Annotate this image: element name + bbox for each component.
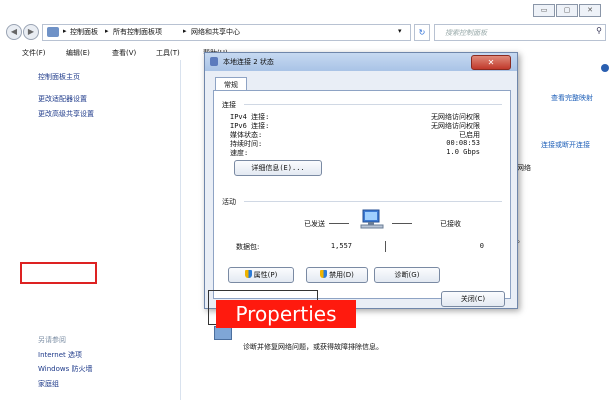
breadcrumb-all-items[interactable]: 所有控制面板项 (113, 27, 162, 37)
forward-icon[interactable]: ▶ (23, 24, 39, 40)
sent-label: 已发送 (304, 220, 325, 228)
address-bar-row: ◀ ▶ ▸ 控制面板 ▸ 所有控制面板项 ▸ 网络和共享中心 ▾ ↻ 搜索控制面… (4, 22, 607, 42)
connection-section-title: 连接 (222, 101, 236, 109)
address-dropdown-icon[interactable]: ▾ (398, 27, 402, 35)
address-bar[interactable]: ▸ 控制面板 ▸ 所有控制面板项 ▸ 网络和共享中心 ▾ (42, 24, 411, 41)
menu-edit[interactable]: 编辑(E) (66, 48, 90, 58)
diagnose-button[interactable]: 诊断(G) (374, 267, 440, 283)
network-computers-icon (359, 209, 385, 229)
general-tab-panel: 连接 IPv4 连接: 无网络访问权限 IPv6 连接: 无网络访问权限 媒体状… (213, 90, 511, 299)
properties-annotation-label: Properties (216, 300, 356, 328)
packets-sent-value: 1,557 (330, 242, 352, 250)
menu-tools[interactable]: 工具(T) (156, 48, 180, 58)
search-icon[interactable]: ⚲ (596, 26, 602, 35)
network-icon (210, 57, 218, 66)
received-label: 已接收 (440, 220, 461, 228)
link-control-panel-home[interactable]: 控制面板主页 (38, 72, 80, 82)
maximize-button[interactable]: ▢ (556, 4, 578, 17)
close-button[interactable]: 关闭(C) (441, 291, 505, 307)
menu-view[interactable]: 查看(V) (112, 48, 136, 58)
search-placeholder: 搜索控制面板 (445, 29, 487, 37)
link-connect-disconnect[interactable]: 连接或断开连接 (541, 140, 590, 150)
see-also-heading: 另请参阅 (38, 336, 66, 344)
section-divider (244, 201, 502, 202)
breadcrumb-network-center[interactable]: 网络和共享中心 (191, 27, 240, 37)
control-panel-window: ▭ ▢ ✕ ◀ ▶ ▸ 控制面板 ▸ 所有控制面板项 ▸ 网络和共享中心 ▾ ↻ 搜… (0, 0, 611, 407)
window-controls: ▭ ▢ ✕ (532, 4, 601, 17)
link-windows-firewall[interactable]: Windows 防火墙 (38, 364, 92, 374)
duration-value: 00:08:53 (446, 139, 480, 147)
packets-received-value: 0 (479, 242, 484, 250)
dialog-close-icon[interactable]: ✕ (471, 55, 511, 70)
dialog-title: 本地连接 2 状态 (223, 58, 274, 66)
left-navigation-pane: 控制面板主页 更改适配器设置 更改高级共享设置 另请参阅 Internet 选项… (10, 60, 180, 400)
back-icon[interactable]: ◀ (6, 24, 22, 40)
link-change-sharing-settings[interactable]: 更改高级共享设置 (38, 109, 94, 119)
troubleshoot-description: 诊断并修复网络问题，或获得故障排除信息。 (243, 343, 383, 351)
close-window-button[interactable]: ✕ (579, 4, 601, 17)
troubleshoot-icon (214, 326, 232, 340)
section-divider (244, 104, 502, 105)
properties-highlight-box (20, 262, 97, 284)
connection-status-dialog: 本地连接 2 状态 ✕ 常规 连接 IPv4 连接: 无网络访问权限 IPv6 … (204, 52, 518, 309)
minimize-button[interactable]: ▭ (533, 4, 555, 17)
link-view-full-map[interactable]: 查看完整映射 (551, 93, 593, 103)
control-panel-icon (47, 27, 59, 37)
link-internet-options[interactable]: Internet 选项 (38, 350, 82, 360)
uac-shield-icon (320, 270, 328, 278)
menu-file[interactable]: 文件(F) (22, 48, 46, 58)
speed-value: 1.0 Gbps (446, 148, 480, 156)
uac-shield-icon (244, 270, 252, 278)
properties-button[interactable]: 属性(P) (228, 267, 294, 283)
breadcrumb-control-panel[interactable]: 控制面板 (70, 27, 98, 37)
link-homegroup[interactable]: 家庭组 (38, 379, 59, 389)
speed-label: 速度: (230, 149, 249, 157)
details-button[interactable]: 详细信息(E)... (234, 160, 322, 176)
disable-button[interactable]: 禁用(D) (306, 267, 368, 283)
dialog-title-bar: 本地连接 2 状态 ✕ (205, 53, 517, 71)
packets-label: 数据包: (236, 243, 260, 251)
search-input[interactable]: 搜索控制面板 ⚲ (434, 24, 606, 41)
help-icon[interactable] (601, 64, 609, 72)
refresh-icon[interactable]: ↻ (414, 24, 430, 41)
link-change-adapter-settings[interactable]: 更改适配器设置 (38, 94, 87, 104)
activity-section-title: 活动 (222, 198, 236, 206)
